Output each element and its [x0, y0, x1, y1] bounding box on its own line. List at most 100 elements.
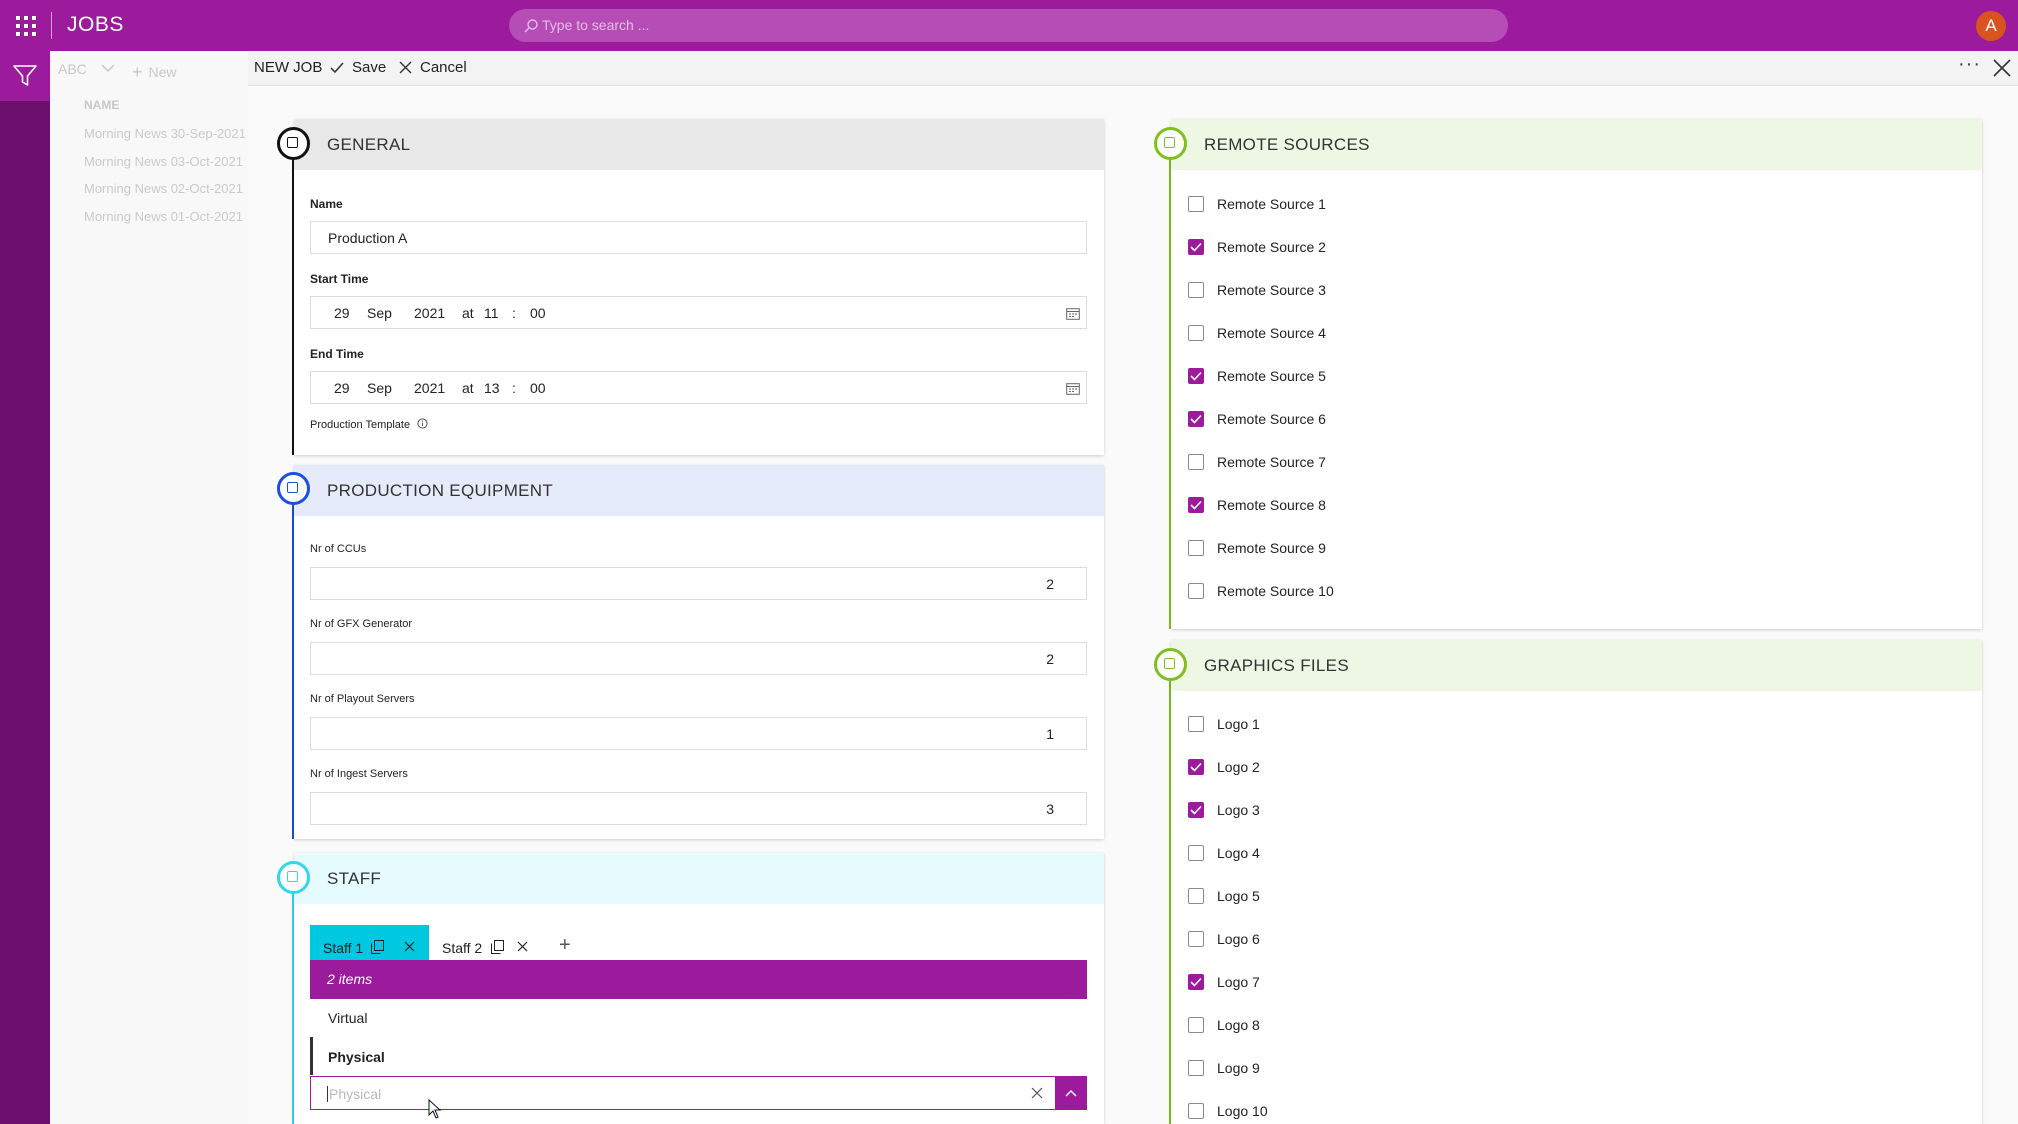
calendar-icon[interactable]	[1066, 382, 1080, 395]
plus-icon: +	[132, 62, 143, 82]
option-physical[interactable]: Physical	[310, 1037, 1087, 1075]
graphics-file-item-label: Logo 2	[1217, 759, 1260, 775]
checkbox-unchecked[interactable]	[1188, 716, 1204, 732]
cancel-button[interactable]: Cancel	[399, 59, 467, 76]
list-item[interactable]: Morning News 01-Oct-2021	[84, 209, 243, 224]
ccus-label: Nr of CCUs	[310, 543, 367, 555]
collapse-button[interactable]	[1055, 1076, 1087, 1110]
ccus-value: 2	[1046, 576, 1054, 592]
graphics-file-item-label: Logo 8	[1217, 1017, 1260, 1033]
start-day[interactable]: 29	[334, 305, 350, 321]
save-button[interactable]: Save	[330, 59, 386, 76]
checkbox-checked[interactable]	[1188, 974, 1204, 990]
checkbox-unchecked[interactable]	[1188, 845, 1204, 861]
end-day[interactable]: 29	[334, 380, 350, 396]
tab-staff-2[interactable]: Staff 2	[429, 925, 539, 960]
end-hour[interactable]: 13	[484, 380, 500, 396]
list-item[interactable]: Morning News 30-Sep-2021	[84, 126, 246, 141]
new-button-label: New	[148, 64, 177, 80]
checkmark-icon	[1190, 762, 1202, 772]
clear-icon[interactable]	[1031, 1087, 1043, 1099]
checkmark-icon	[1190, 414, 1202, 424]
close-tab-icon[interactable]	[517, 941, 528, 952]
chevron-down-icon[interactable]	[100, 61, 116, 75]
staff-type-combobox[interactable]: Physical	[310, 1076, 1087, 1110]
tab-staff-1[interactable]: Staff 1	[310, 925, 429, 960]
checkbox-unchecked[interactable]	[1188, 325, 1204, 341]
checkbox-unchecked[interactable]	[1188, 888, 1204, 904]
ingest-servers-input[interactable]: 3	[310, 792, 1087, 825]
remote-source-item-label: Remote Source 1	[1217, 196, 1326, 212]
graphics-file-item-label: Logo 6	[1217, 931, 1260, 947]
graphics-files-header: GRAPHICS FILES	[1171, 640, 1982, 691]
search-input[interactable]: Type to search ...	[509, 9, 1508, 42]
filter-button[interactable]	[0, 51, 50, 101]
close-tab-icon[interactable]	[404, 941, 415, 952]
option-virtual[interactable]: Virtual	[310, 999, 1087, 1037]
list-item[interactable]: Morning News 02-Oct-2021	[84, 181, 243, 196]
close-panel-icon[interactable]	[1993, 59, 2011, 77]
list-item[interactable]: Morning News 03-Oct-2021	[84, 154, 243, 169]
checkbox-unchecked[interactable]	[1188, 196, 1204, 212]
graphics-file-item-label: Logo 5	[1217, 888, 1260, 904]
checkbox-unchecked[interactable]	[1188, 282, 1204, 298]
checkbox-unchecked[interactable]	[1188, 1017, 1204, 1033]
view-selector[interactable]: ABC	[58, 61, 87, 77]
remote-source-item-label: Remote Source 7	[1217, 454, 1326, 470]
end-minute[interactable]: 00	[530, 380, 546, 396]
column-header-name[interactable]: NAME	[84, 98, 119, 112]
checkbox-unchecked[interactable]	[1188, 540, 1204, 556]
tab-staff-1-label: Staff 1	[323, 940, 364, 956]
copy-icon[interactable]	[491, 940, 504, 954]
checkbox-checked[interactable]	[1188, 802, 1204, 818]
close-icon	[399, 61, 412, 74]
tab-staff-2-label: Staff 2	[442, 940, 483, 956]
option-virtual-label: Virtual	[328, 1010, 368, 1026]
checkbox-checked[interactable]	[1188, 239, 1204, 255]
checkbox-checked[interactable]	[1188, 759, 1204, 775]
remote-source-item-label: Remote Source 6	[1217, 411, 1326, 427]
more-options-icon[interactable]: ···	[1958, 53, 1981, 76]
start-hour[interactable]: 11	[484, 305, 499, 321]
graphics-files-section-icon	[1154, 648, 1187, 681]
new-button[interactable]: + New	[132, 61, 177, 82]
app-launcher-icon[interactable]	[14, 14, 36, 36]
start-time-label: Start Time	[310, 272, 369, 286]
ccus-input[interactable]: 2	[310, 567, 1087, 600]
jobs-list-panel: ABC + New NAME Morning News 30-Sep-2021 M…	[50, 51, 248, 1124]
save-label: Save	[352, 59, 387, 76]
info-icon[interactable]	[417, 418, 428, 429]
checkbox-unchecked[interactable]	[1188, 1103, 1204, 1119]
name-value: Production A	[328, 230, 408, 246]
checkbox-unchecked[interactable]	[1188, 931, 1204, 947]
checkbox-checked[interactable]	[1188, 497, 1204, 513]
chevron-up-icon	[1065, 1089, 1077, 1097]
checkbox-checked[interactable]	[1188, 411, 1204, 427]
checkbox-unchecked[interactable]	[1188, 1060, 1204, 1076]
start-year[interactable]: 2021	[414, 305, 445, 321]
calendar-icon[interactable]	[1066, 307, 1080, 320]
graphics-files-title: GRAPHICS FILES	[1204, 656, 1349, 675]
checkbox-unchecked[interactable]	[1188, 583, 1204, 599]
end-time-picker[interactable]: 29 Sep 2021 at 13 : 00	[310, 371, 1087, 404]
gfx-generator-input[interactable]: 2	[310, 642, 1087, 675]
end-year[interactable]: 2021	[414, 380, 445, 396]
start-time-picker[interactable]: 29 Sep 2021 at 11 : 00	[310, 296, 1087, 329]
name-input[interactable]: Production A	[310, 221, 1087, 254]
start-month[interactable]: Sep	[367, 305, 392, 321]
end-month[interactable]: Sep	[367, 380, 392, 396]
remote-source-item-label: Remote Source 2	[1217, 239, 1326, 255]
staff-title: STAFF	[327, 869, 382, 888]
copy-icon[interactable]	[371, 940, 384, 954]
check-icon	[330, 62, 344, 74]
name-label: Name	[310, 197, 343, 211]
checkbox-unchecked[interactable]	[1188, 454, 1204, 470]
start-minute[interactable]: 00	[530, 305, 546, 321]
gfx-generator-label: Nr of GFX Generator	[310, 618, 413, 630]
avatar[interactable]: A	[1976, 11, 2006, 41]
playout-servers-input[interactable]: 1	[310, 717, 1087, 750]
add-staff-tab-button[interactable]: +	[555, 925, 581, 960]
end-sep: :	[512, 380, 516, 396]
graphics-file-item-label: Logo 10	[1217, 1103, 1268, 1119]
checkbox-checked[interactable]	[1188, 368, 1204, 384]
